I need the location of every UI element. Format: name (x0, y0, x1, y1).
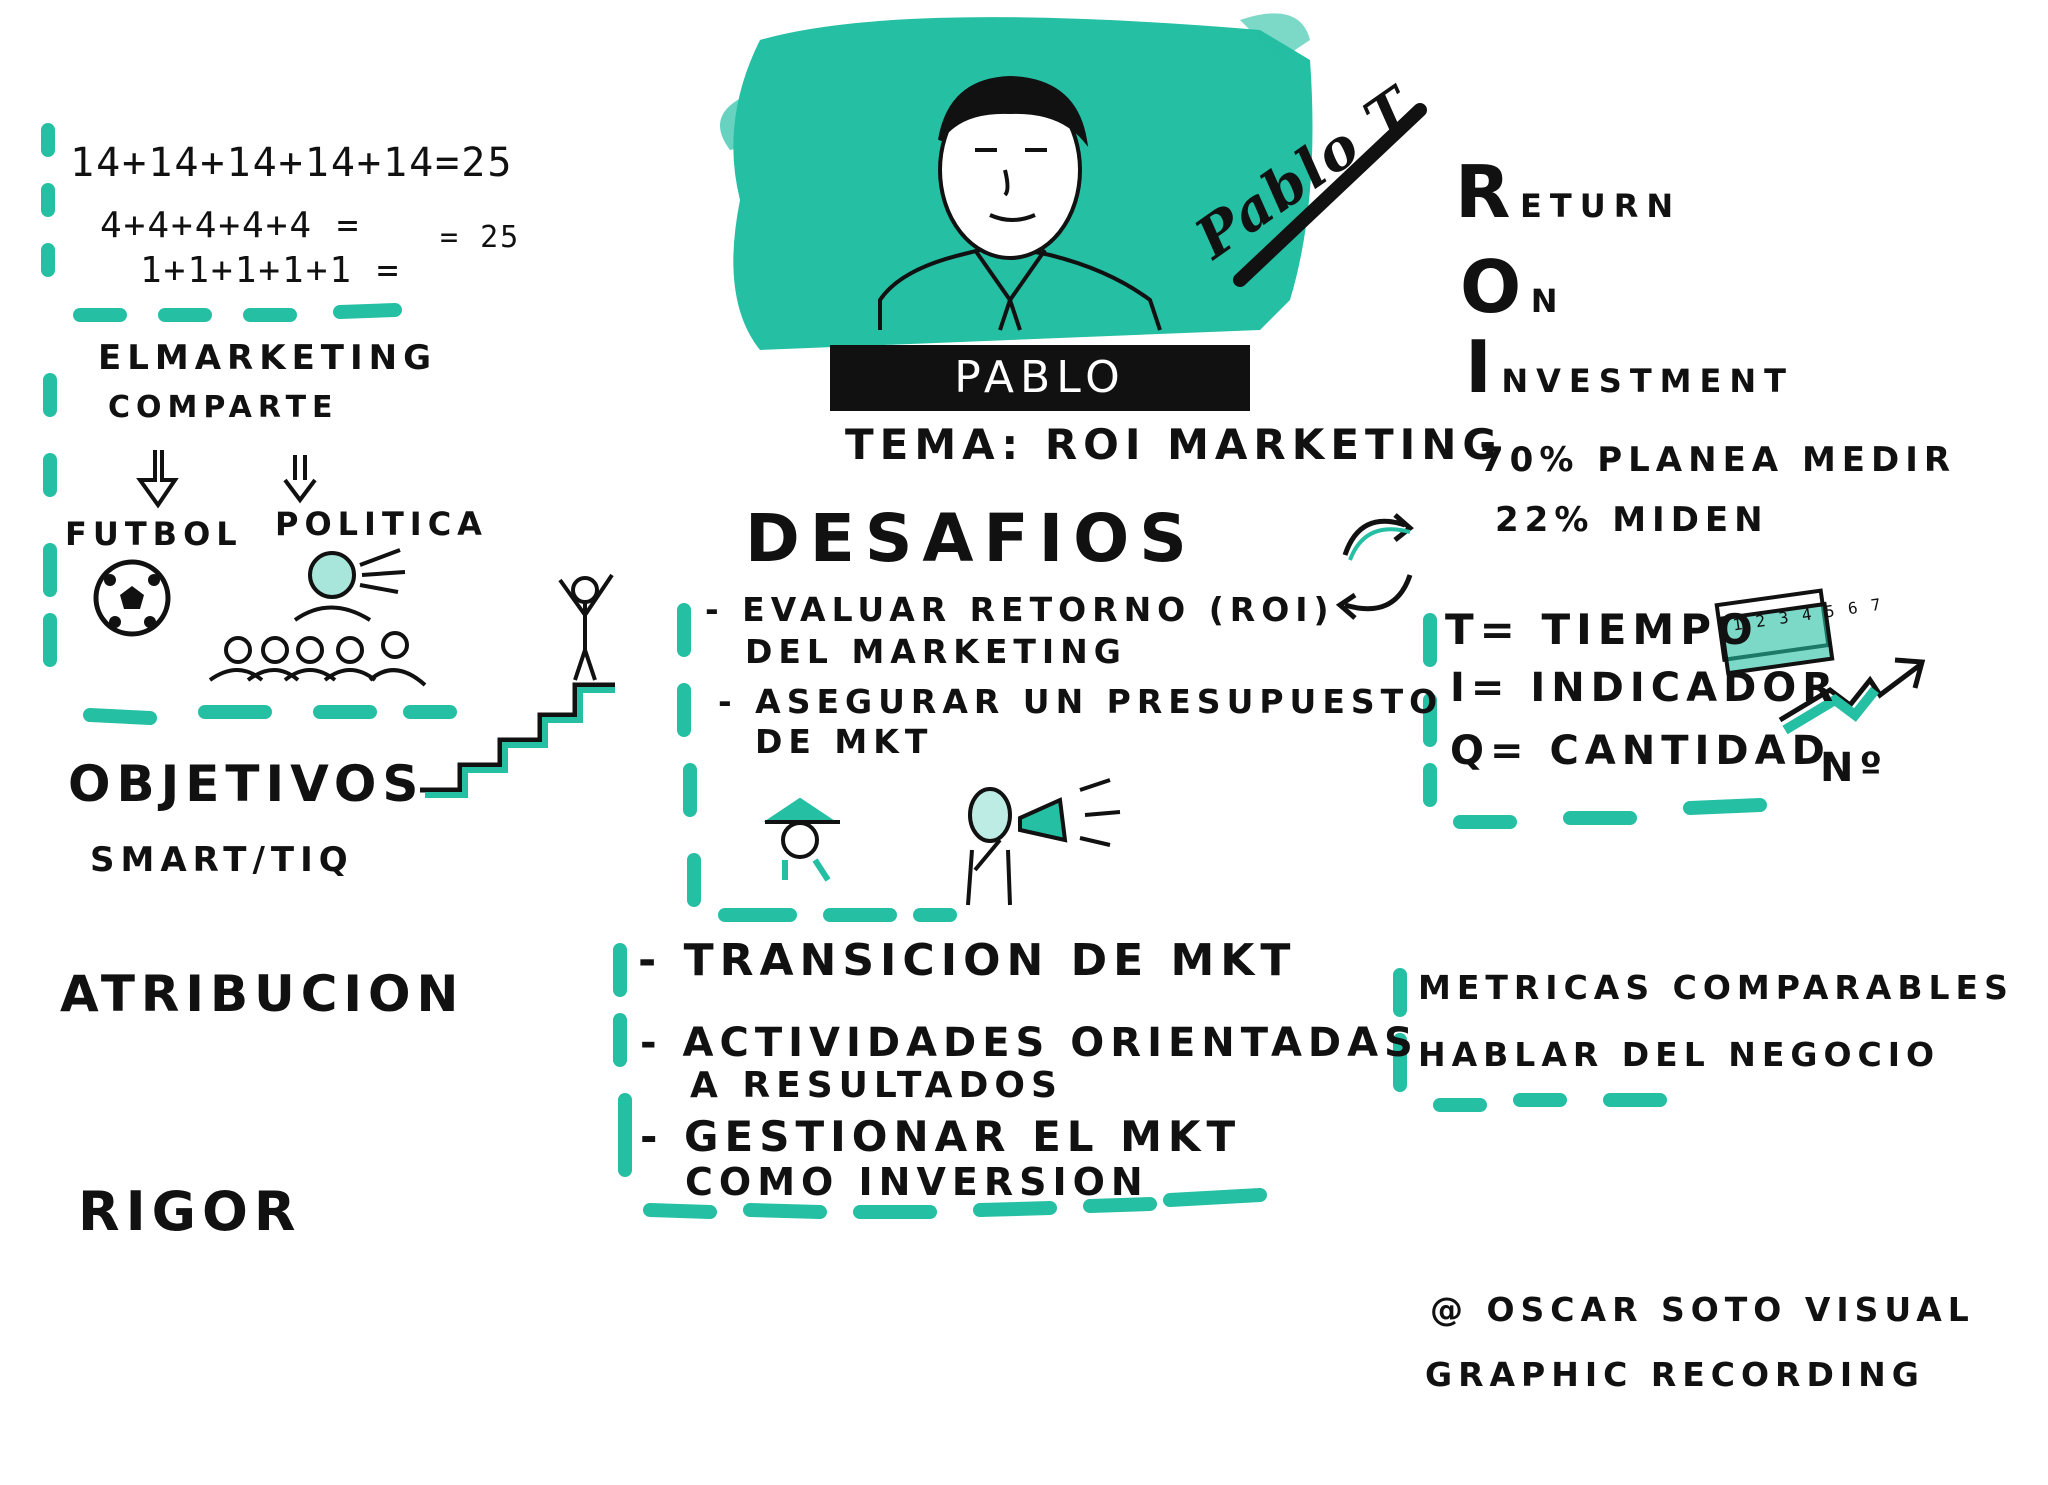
gestionar-item-line2: COMO INVERSION (685, 1160, 1149, 1204)
roi-return: R ETURN (1455, 150, 1681, 234)
marketing-heading-line1: ELMARKETING (98, 338, 437, 378)
equation-line-2: 4+4+4+4+4 = (100, 205, 361, 246)
stat-planea-medir: 70% PLANEA MEDIR (1480, 440, 1957, 480)
marketing-heading-line2: COMPARTE (108, 390, 339, 425)
megaphone-person-icon (966, 778, 1121, 906)
roi-r-letter: R (1455, 150, 1511, 234)
equation-line-1: 14+14+14+14+14=25 (70, 140, 514, 186)
gestionar-item-line1: - GESTIONAR EL MKT (640, 1112, 1242, 1161)
detective-icon (763, 797, 840, 882)
objetivos-label: OBJETIVOS (68, 755, 425, 813)
tema-label: TEMA: ROI MARKETING (845, 420, 1503, 469)
tiq-tiempo: T= TIEMPO (1445, 605, 1759, 654)
desafio-1-line1: - EVALUAR RETORNO (ROI) (705, 590, 1335, 629)
credit-author: @ OSCAR SOTO VISUAL (1430, 1290, 1975, 1329)
equation-result: = 25 (440, 220, 521, 255)
desafio-2-line1: - ASEGURAR UN PRESUPUESTO (718, 682, 1444, 721)
tiq-indicador: I= INDICADOR (1450, 665, 1840, 711)
roi-investment-rest: NVESTMENT (1501, 362, 1794, 400)
desafio-2-line2: DE MKT (755, 722, 934, 761)
roi-investment: I NVESTMENT (1465, 325, 1794, 409)
hablar-del-negocio: HABLAR DEL NEGOCIO (1418, 1035, 1941, 1074)
roi-i-letter: I (1465, 325, 1492, 409)
roi-return-rest: ETURN (1520, 187, 1682, 225)
tiq-cantidad: Q= CANTIDAD (1450, 728, 1831, 774)
stat-miden: 22% MIDEN (1495, 500, 1769, 540)
atribucion-label: ATRIBUCION (60, 965, 465, 1023)
smart-tiq-label: SMART/TIQ (90, 840, 354, 880)
speaker-name-banner: PABLO TURLETTI (830, 345, 1250, 469)
roi-on-rest: N (1530, 282, 1566, 320)
down-arrow-icon (136, 450, 317, 509)
rigor-label: RIGOR (78, 1180, 302, 1243)
winner-icon (558, 573, 614, 681)
transicion-item: - TRANSICION DE MKT (638, 935, 1297, 986)
roi-on: O N (1460, 245, 1566, 329)
audience-icon (208, 548, 427, 687)
soccer-ball-icon (93, 559, 171, 637)
politica-label: POLITICA (275, 505, 488, 543)
equation-line-3: 1+1+1+1+1 = (140, 250, 401, 291)
credit-graphic-recording: GRAPHIC RECORDING (1425, 1355, 1925, 1394)
actividades-item-line1: - ACTIVIDADES ORIENTADAS (640, 1020, 1419, 1066)
desafios-heading: DESAFIOS (745, 500, 1197, 577)
futbol-label: FUTBOL (65, 515, 243, 553)
desafio-1-line2: DEL MARKETING (745, 632, 1127, 671)
actividades-item-line2: A RESULTADOS (690, 1065, 1063, 1106)
stairs-icon (420, 682, 615, 793)
numero-sign: Nº (1820, 745, 1889, 791)
roi-o-letter: O (1460, 245, 1522, 329)
metricas-comparables: METRICAS COMPARABLES (1418, 968, 2014, 1007)
